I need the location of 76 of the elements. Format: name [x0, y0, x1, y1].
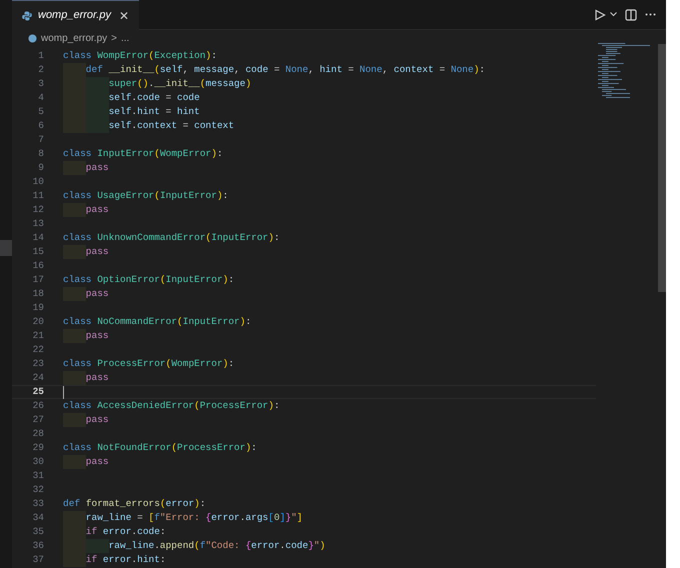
line-number: 13 — [32, 217, 44, 231]
code-line: class UsageError(InputError): — [63, 189, 228, 203]
line-number: 20 — [32, 315, 44, 329]
line-number: 33 — [32, 497, 44, 511]
line-number: 25 — [32, 385, 44, 399]
code-line: pass — [86, 329, 109, 343]
line-number: 16 — [32, 259, 44, 273]
code-line: class WompError(Exception): — [63, 49, 217, 63]
code-line: def __init__(self, message, code = None, hint = None, context = None): — [86, 63, 485, 77]
split-editor-icon[interactable] — [625, 8, 637, 20]
code-line: pass — [86, 161, 109, 175]
code-line: class UnknownCommandError(InputError): — [63, 231, 280, 245]
code-line: if error.code: — [86, 525, 166, 539]
line-number: 24 — [32, 371, 44, 385]
scrollbar-thumb[interactable] — [658, 44, 666, 292]
line-number: 4 — [37, 91, 44, 105]
line-number: 22 — [32, 343, 44, 357]
code-line: pass — [86, 245, 109, 259]
close-button[interactable]: ✕ — [118, 10, 129, 22]
line-number: 11 — [32, 189, 44, 203]
line-number: 2 — [37, 63, 44, 77]
code-line: self.context = context — [108, 119, 234, 133]
code-line: class ProcessError(WompError): — [63, 357, 234, 371]
chevron-down-icon[interactable] — [610, 12, 617, 17]
code-line: pass — [86, 203, 109, 217]
line-number: 28 — [32, 427, 44, 441]
code-line: pass — [86, 455, 109, 469]
code-line: class InputError(WompError): — [63, 147, 223, 161]
line-number: 27 — [32, 413, 44, 427]
line-number: 17 — [32, 273, 44, 287]
line-number: 9 — [37, 161, 44, 175]
line-number: 36 — [32, 539, 44, 553]
code-line: self.hint = hint — [108, 105, 200, 119]
line-number: 5 — [37, 105, 44, 119]
line-number: 21 — [32, 329, 44, 343]
line-number: 19 — [32, 301, 44, 315]
line-number: 29 — [32, 441, 44, 455]
activity-highlight — [0, 240, 12, 256]
code-line: if error.hint: — [86, 553, 166, 567]
breadcrumb-item[interactable]: womp_error.py — [41, 30, 108, 46]
line-number: 32 — [32, 483, 44, 497]
code-line: pass — [86, 371, 109, 385]
text-cursor — [63, 386, 64, 398]
editor-tab[interactable]: womp_error.py ✕ — [12, 0, 139, 30]
code-line: pass — [86, 413, 109, 427]
line-number: 30 — [32, 455, 44, 469]
code-line: self.code = code — [108, 91, 200, 105]
line-number: 34 — [32, 511, 44, 525]
line-number: 37 — [32, 553, 44, 567]
line-number: 14 — [32, 231, 44, 245]
code-line: class NoCommandError(InputError): — [63, 315, 252, 329]
line-number: 31 — [32, 469, 44, 483]
line-number: 18 — [32, 287, 44, 301]
breadcrumb-separator: > — [111, 32, 117, 46]
code-line: class OptionError(InputError): — [63, 273, 234, 287]
line-number: 3 — [37, 77, 44, 91]
line-number: 12 — [32, 203, 44, 217]
breadcrumb-item[interactable]: ... — [120, 30, 130, 46]
line-number: 1 — [37, 49, 44, 63]
code-line: raw_line = [f"Error: {error.args[0]}"] — [86, 511, 302, 525]
code-line: class NotFoundError(ProcessError): — [63, 441, 257, 455]
more-icon[interactable] — [645, 13, 656, 16]
line-number: 35 — [32, 525, 44, 539]
line-number: 26 — [32, 399, 44, 413]
run-icon[interactable] — [594, 8, 606, 20]
line-number: 6 — [37, 119, 44, 133]
code-line: super().__init__(message) — [108, 77, 252, 91]
line-number: 15 — [32, 245, 44, 259]
code-line: raw_line.append(f"Code: {error.code}") — [108, 539, 326, 553]
code-line: pass — [86, 287, 109, 301]
line-number: 7 — [37, 133, 44, 147]
code-line: def format_errors(error): — [63, 497, 206, 511]
line-number: 23 — [32, 357, 44, 371]
line-number: 8 — [37, 147, 44, 161]
line-number: 10 — [32, 175, 44, 189]
code-line: class AccessDeniedError(ProcessError): — [63, 399, 280, 413]
